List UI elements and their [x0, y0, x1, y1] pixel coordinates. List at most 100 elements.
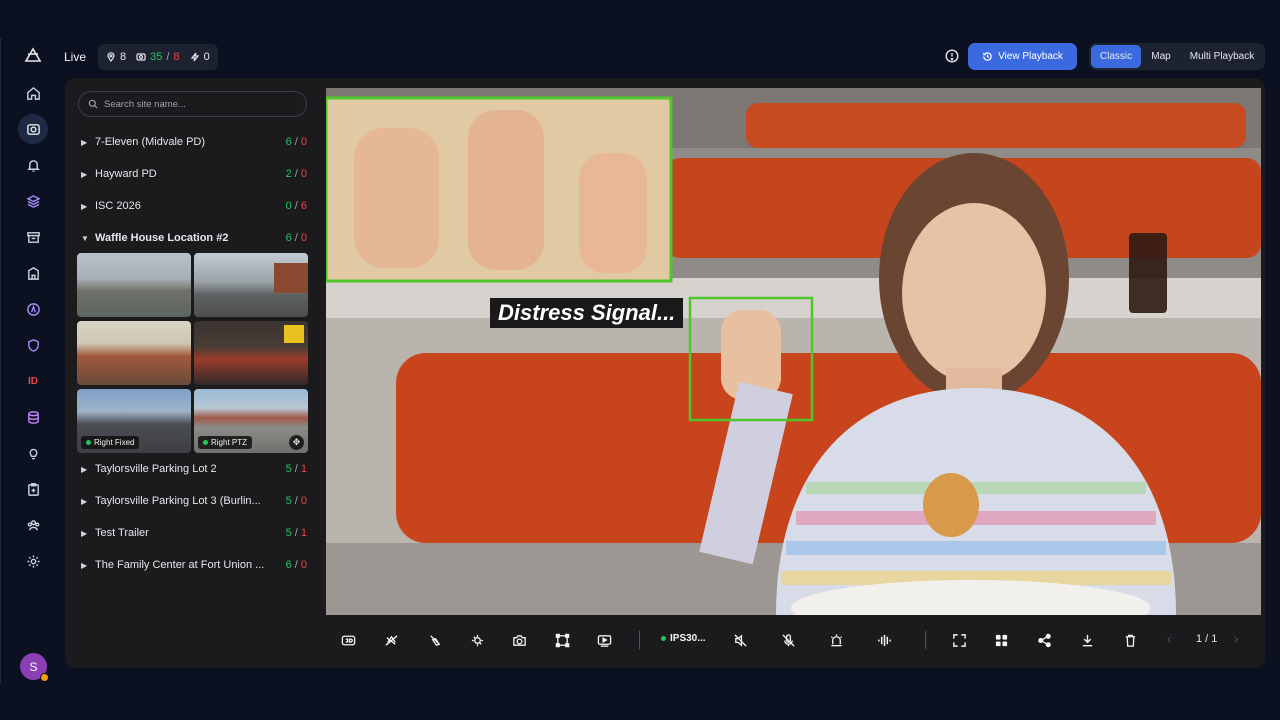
player-toolbar: IPS30... ‹ 1 / 1 › — [320, 618, 1265, 663]
live-viewer: Distress Signal... IPS30... ‹ 1 / 1 › — [320, 78, 1265, 668]
mode-classic-button[interactable]: Classic — [1091, 45, 1141, 68]
site-row-waffle-house[interactable]: ▼ Waffle House Location #2 6 / 0 — [81, 228, 307, 248]
site-sidebar: ▶ 7-Eleven (Midvale PD) 6 / 0 ▶ Hayward … — [65, 78, 320, 668]
camera-thumbnail-right-ptz[interactable]: Right PTZ ✥ — [194, 389, 308, 453]
expand-chevron-icon[interactable]: ▶ — [81, 529, 95, 538]
status-summary: 8 35 / 8 0 — [98, 44, 218, 70]
site-camera-count: 0 / 6 — [285, 200, 307, 212]
site-camera-count: 5 / 1 — [285, 527, 307, 539]
ai-detection-caption: Distress Signal... — [490, 298, 684, 328]
camera-thumbnail[interactable] — [77, 253, 191, 317]
building-icon[interactable] — [18, 258, 48, 288]
mode-multi-playback-button[interactable]: Multi Playback — [1181, 45, 1263, 68]
count-separator: / — [166, 51, 170, 63]
site-row-family-center[interactable]: ▶ The Family Center at Fort Union ... 6 … — [81, 555, 307, 575]
collapse-chevron-icon[interactable]: ▼ — [81, 234, 95, 243]
site-camera-count: 5 / 1 — [285, 463, 307, 475]
avatar-status-dot — [40, 673, 49, 682]
site-row-7-eleven[interactable]: ▶ 7-Eleven (Midvale PD) 6 / 0 — [81, 132, 307, 152]
search-input[interactable] — [104, 98, 294, 110]
online-status-dot — [86, 440, 91, 445]
site-camera-count: 5 / 0 — [285, 495, 307, 507]
camera-thumbnail-right-fixed[interactable]: Right Fixed — [77, 389, 191, 453]
fullscreen-icon[interactable] — [948, 630, 970, 652]
mute-audio-icon[interactable] — [729, 630, 751, 652]
info-icon[interactable] — [945, 49, 959, 63]
site-camera-count: 6 / 0 — [285, 559, 307, 571]
active-camera-name[interactable]: IPS30... — [661, 633, 706, 644]
site-row-test-trailer[interactable]: ▶ Test Trailer 5 / 1 — [81, 523, 307, 543]
camera-label: Right PTZ — [198, 436, 253, 449]
view-mode-switcher: Classic Map Multi Playback — [1089, 43, 1265, 70]
snapshot-camera-icon[interactable] — [508, 630, 530, 652]
gear-icon[interactable] — [18, 546, 48, 576]
alert-count: 0 — [203, 51, 210, 63]
grid-layout-icon[interactable] — [990, 630, 1012, 652]
id-icon[interactable]: ID — [18, 366, 48, 396]
compass-icon[interactable] — [18, 294, 48, 324]
download-icon[interactable] — [1076, 630, 1098, 652]
motion-detection-icon[interactable] — [466, 630, 488, 652]
lightbulb-icon[interactable] — [18, 438, 48, 468]
page-indicator: 1 / 1 — [1196, 633, 1218, 645]
expand-chevron-icon[interactable]: ▶ — [81, 170, 95, 179]
expand-chevron-icon[interactable]: ▶ — [81, 202, 95, 211]
mute-microphone-icon[interactable] — [777, 630, 799, 652]
archive-icon[interactable] — [18, 222, 48, 252]
clipboard-icon[interactable] — [18, 474, 48, 504]
app-logo-icon[interactable] — [23, 46, 43, 66]
site-search — [78, 91, 307, 117]
expand-chevron-icon[interactable]: ▶ — [81, 497, 95, 506]
home-icon[interactable] — [18, 78, 48, 108]
camera-thumbnail[interactable] — [194, 253, 308, 317]
camera-status-icon — [136, 53, 146, 61]
play-video-icon[interactable] — [593, 630, 615, 652]
search-icon — [88, 99, 98, 109]
delete-trash-icon[interactable] — [1119, 630, 1141, 652]
users-icon[interactable] — [18, 510, 48, 540]
bell-icon[interactable] — [18, 150, 48, 180]
avatar[interactable]: S — [20, 653, 49, 682]
camera-icon[interactable] — [18, 114, 48, 144]
site-row-taylorsville-3[interactable]: ▶ Taylorsville Parking Lot 3 (Burlin... … — [81, 491, 307, 511]
ai-off-icon[interactable] — [380, 630, 402, 652]
siren-alarm-icon[interactable] — [825, 630, 847, 652]
expand-chevron-icon[interactable]: ▶ — [81, 465, 95, 474]
camera-thumbnail[interactable] — [194, 321, 308, 385]
location-count: 8 — [120, 51, 127, 63]
shield-icon[interactable] — [18, 330, 48, 360]
left-rail: ID S — [0, 38, 64, 684]
crop-region-icon[interactable] — [551, 630, 573, 652]
previous-page-icon[interactable]: ‹ — [1167, 631, 1171, 646]
toolbar-divider — [925, 631, 926, 649]
site-row-isc-2026[interactable]: ▶ ISC 2026 0 / 6 — [81, 196, 307, 216]
database-icon[interactable] — [18, 402, 48, 432]
layers-icon[interactable] — [18, 186, 48, 216]
camera-thumbnail[interactable] — [77, 321, 191, 385]
bolt-icon — [190, 52, 199, 62]
history-icon — [983, 52, 992, 61]
online-status-dot — [661, 636, 666, 641]
video-frame — [326, 88, 1261, 615]
sd-hd-toggle-icon[interactable] — [337, 630, 359, 652]
camera-label: Right Fixed — [81, 436, 140, 449]
page-title: Live — [64, 50, 87, 64]
share-icon[interactable] — [1033, 630, 1055, 652]
site-row-taylorsville-2[interactable]: ▶ Taylorsville Parking Lot 2 5 / 1 — [81, 459, 307, 479]
expand-chevron-icon[interactable]: ▶ — [81, 561, 95, 570]
voice-detection-icon[interactable] — [423, 630, 445, 652]
expand-chevron-icon[interactable]: ▶ — [81, 138, 95, 147]
ptz-control-icon[interactable]: ✥ — [289, 435, 304, 450]
site-camera-count: 2 / 0 — [285, 168, 307, 180]
site-camera-count: 6 / 0 — [285, 232, 307, 244]
offline-count: 8 — [173, 51, 180, 63]
next-page-icon[interactable]: › — [1234, 631, 1238, 646]
toolbar-divider — [639, 631, 640, 649]
site-camera-count: 6 / 0 — [285, 136, 307, 148]
audio-waveform-icon[interactable] — [873, 630, 895, 652]
video-feed[interactable]: Distress Signal... — [326, 88, 1261, 615]
site-row-hayward-pd[interactable]: ▶ Hayward PD 2 / 0 — [81, 164, 307, 184]
view-playback-button[interactable]: View Playback — [968, 43, 1077, 70]
mode-map-button[interactable]: Map — [1141, 45, 1181, 68]
online-count: 35 — [150, 51, 163, 63]
